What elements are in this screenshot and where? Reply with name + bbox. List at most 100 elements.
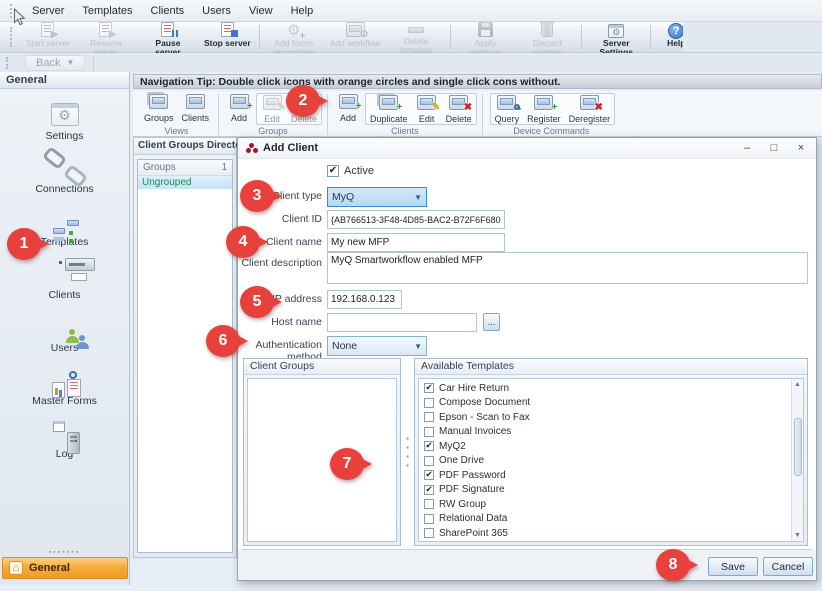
sidebar-footer-general[interactable]: ⌂ General bbox=[2, 557, 128, 579]
pause-server-button[interactable]: Pause server bbox=[137, 22, 199, 52]
client-groups-list[interactable] bbox=[247, 378, 397, 542]
callout-6: 6 bbox=[206, 325, 240, 357]
sidebar-item-master-forms[interactable]: Master Forms bbox=[0, 365, 129, 407]
active-checkbox-row: Active bbox=[327, 165, 374, 177]
template-row-car-hire-return[interactable]: Car Hire Return bbox=[419, 381, 803, 396]
menu-view[interactable]: View bbox=[240, 2, 282, 20]
template-checkbox[interactable] bbox=[424, 412, 434, 422]
sidebar-item-log[interactable]: Log bbox=[0, 418, 129, 460]
groups-add-button[interactable]: +Add bbox=[224, 93, 254, 125]
client-id-label: Client ID bbox=[238, 213, 322, 225]
scrollbar-thumb[interactable] bbox=[794, 418, 802, 476]
active-label: Active bbox=[344, 165, 374, 177]
server-settings-button[interactable]: ⚙Server Settings bbox=[585, 22, 647, 52]
views-clients-button[interactable]: Clients bbox=[178, 93, 214, 125]
sidebar-item-clients[interactable]: Clients bbox=[0, 259, 129, 301]
host-name-field[interactable] bbox=[327, 313, 477, 332]
resume-server-button[interactable]: ▶Resume server bbox=[75, 22, 137, 52]
menu-users[interactable]: Users bbox=[193, 2, 240, 20]
scroll-down-icon[interactable]: ▼ bbox=[792, 530, 804, 541]
dialog-title-bar[interactable]: Add Client – □ × bbox=[238, 138, 816, 159]
menu-help[interactable]: Help bbox=[282, 2, 323, 20]
template-checkbox[interactable] bbox=[424, 470, 434, 480]
callout-5: 5 bbox=[240, 286, 274, 318]
save-button[interactable]: Save bbox=[708, 557, 758, 576]
minimize-button[interactable]: – bbox=[735, 140, 759, 157]
back-button[interactable]: Back ▼ bbox=[25, 55, 85, 71]
template-row-epson-scan-to-fax[interactable]: Epson - Scan to Fax bbox=[419, 410, 803, 425]
delete-template-button[interactable]: Delete template bbox=[385, 22, 447, 52]
clients-duplicate-button[interactable]: +Duplicate bbox=[366, 94, 412, 124]
authentication-method-value: None bbox=[332, 340, 357, 352]
menu-templates[interactable]: Templates bbox=[73, 2, 141, 20]
panel-splitter[interactable]: ▪▪▪▪ bbox=[403, 358, 412, 546]
template-row-pdf-signature[interactable]: PDF Signature bbox=[419, 483, 803, 498]
views-groups-button[interactable]: Groups bbox=[140, 93, 178, 125]
clients-view-icon bbox=[186, 94, 205, 112]
menu-server[interactable]: Server bbox=[23, 2, 73, 20]
clients-add-button[interactable]: +Add bbox=[333, 93, 363, 125]
template-checkbox[interactable] bbox=[424, 398, 434, 408]
template-row-volvo[interactable]: Volvo bbox=[419, 541, 803, 543]
template-label: PDF Password bbox=[439, 470, 506, 481]
sidebar-grip[interactable]: ▪▪▪▪▪▪▪ bbox=[0, 549, 129, 556]
sidebar-item-settings[interactable]: ⚙Settings bbox=[0, 100, 129, 142]
active-checkbox[interactable] bbox=[327, 165, 339, 177]
groups-edit-button[interactable]: ✎Edit bbox=[257, 94, 287, 124]
dialog-button-row: Save Cancel bbox=[238, 550, 816, 580]
template-row-pdf-password[interactable]: PDF Password bbox=[419, 468, 803, 483]
template-row-rw-group[interactable]: RW Group bbox=[419, 497, 803, 512]
template-row-compose-document[interactable]: Compose Document bbox=[419, 396, 803, 411]
group-row-ungrouped[interactable]: Ungrouped bbox=[138, 176, 232, 189]
template-checkbox[interactable] bbox=[424, 485, 434, 495]
clients-ribbon-toolbar: GroupsClientsViews+Add✎Edit✖DeleteGroups… bbox=[133, 91, 822, 137]
device-commands-deregister-button[interactable]: ✖Deregister bbox=[565, 94, 615, 124]
menu-clients[interactable]: Clients bbox=[142, 2, 194, 20]
add-workflow-button[interactable]: ⚙Add workflow bbox=[325, 22, 386, 52]
template-checkbox[interactable] bbox=[424, 514, 434, 524]
host-name-browse-button[interactable]: ... bbox=[483, 313, 500, 331]
stop-server-button[interactable]: Stop server bbox=[199, 22, 256, 52]
template-row-relational-data[interactable]: Relational Data bbox=[419, 512, 803, 527]
client-id-field[interactable] bbox=[327, 210, 505, 229]
sidebar-item-users[interactable]: Users bbox=[0, 312, 129, 354]
ribbon-group-caption: Device Commands bbox=[513, 126, 589, 136]
dialog-title: Add Client bbox=[263, 142, 735, 154]
ip-address-field[interactable] bbox=[327, 290, 402, 309]
template-label: One Drive bbox=[439, 455, 484, 466]
clients-delete-button[interactable]: ✖Delete bbox=[442, 94, 476, 124]
template-checkbox[interactable] bbox=[424, 499, 434, 509]
discard-settings-button[interactable]: Discard settings bbox=[516, 22, 578, 52]
clients-edit-button[interactable]: ✎Edit bbox=[412, 94, 442, 124]
template-row-myq2[interactable]: MyQ2 bbox=[419, 439, 803, 454]
template-checkbox[interactable] bbox=[424, 441, 434, 451]
close-button[interactable]: × bbox=[789, 140, 813, 157]
template-checkbox[interactable] bbox=[424, 427, 434, 437]
maximize-button[interactable]: □ bbox=[762, 140, 786, 157]
scroll-up-icon[interactable]: ▲ bbox=[792, 379, 804, 390]
cancel-button[interactable]: Cancel bbox=[763, 557, 813, 576]
device-commands-register-button[interactable]: +Register bbox=[523, 94, 565, 124]
template-checkbox[interactable] bbox=[424, 456, 434, 466]
templates-scrollbar[interactable]: ▲ ▼ bbox=[791, 379, 803, 541]
apply-settings-button[interactable]: Apply settings bbox=[454, 22, 516, 52]
back-button-label: Back bbox=[36, 57, 60, 69]
discard-settings-icon bbox=[541, 23, 553, 40]
template-checkbox[interactable] bbox=[424, 383, 434, 393]
device-commands-query-button[interactable]: Query bbox=[491, 94, 524, 124]
add-forms-recognition-button[interactable]: ⚙+Add forms recognition bbox=[263, 22, 325, 52]
callout-2: 2 bbox=[286, 85, 320, 117]
start-server-button[interactable]: ▶Start server bbox=[21, 22, 75, 52]
client-type-dropdown[interactable]: MyQ ▼ bbox=[327, 187, 427, 207]
chevron-down-icon: ▼ bbox=[414, 193, 422, 202]
template-row-manual-invoices[interactable]: Manual Invoices bbox=[419, 425, 803, 440]
sidebar-item-connections[interactable]: Connections bbox=[0, 153, 129, 195]
client-name-field[interactable] bbox=[327, 233, 505, 252]
callout-7: 7 bbox=[330, 448, 364, 480]
authentication-method-dropdown[interactable]: None ▼ bbox=[327, 336, 427, 356]
template-row-one-drive[interactable]: One Drive bbox=[419, 454, 803, 469]
template-row-sharepoint-365[interactable]: SharePoint 365 bbox=[419, 526, 803, 541]
client-description-field[interactable]: MyQ Smartworkflow enabled MFP bbox=[327, 252, 808, 284]
template-checkbox[interactable] bbox=[424, 528, 434, 538]
client-groups-subpanel-title: Client Groups bbox=[244, 359, 400, 375]
